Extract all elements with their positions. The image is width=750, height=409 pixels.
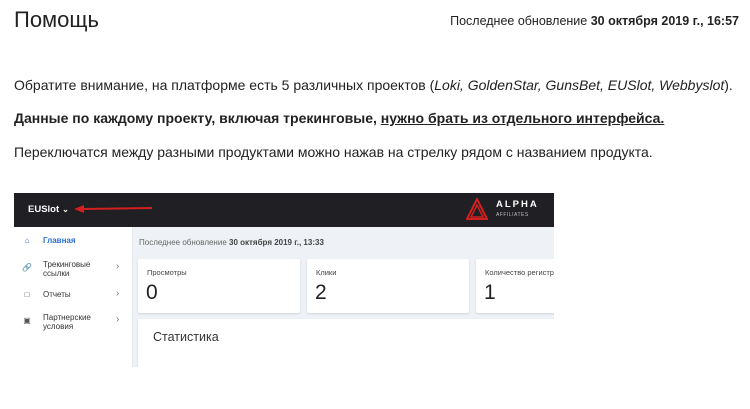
last-updated-value: 30 октября 2019 г., 16:57 xyxy=(590,14,739,28)
chevron-right-icon: › xyxy=(116,314,120,325)
statistics-panel: Статистика xyxy=(138,319,554,367)
projects-paragraph-prefix: Обратите внимание, на платформе есть 5 р… xyxy=(14,77,435,93)
app-last-updated-label: Последнее обновление xyxy=(139,238,227,247)
card-value: 1 xyxy=(484,281,496,304)
card-label: Количество регистр xyxy=(485,268,554,277)
app-topbar: EUSlot ⌄ ALPHA AFFILIATES xyxy=(14,193,554,227)
app-last-updated-value: 30 октября 2019 г., 13:33 xyxy=(229,238,324,247)
alpha-logo-icon xyxy=(466,198,488,220)
project-list: Loki, GoldenStar, GunsBet, EUSlot, Webby… xyxy=(434,77,725,93)
chevron-right-icon: › xyxy=(116,261,120,272)
product-name: EUSlot xyxy=(28,204,60,215)
views-card: Просмотры 0 xyxy=(138,259,300,313)
projects-paragraph: Обратите внимание, на платформе есть 5 р… xyxy=(14,77,733,93)
app-sidebar: ⌂ Главная 🔗 Трекинговые ссылки › □ Отчет… xyxy=(14,227,133,367)
product-selector[interactable]: EUSlot ⌄ xyxy=(28,204,69,215)
card-label: Клики xyxy=(316,268,337,277)
data-note-paragraph: Данные по каждому проекту, включая треки… xyxy=(14,110,664,126)
briefcase-icon: ▣ xyxy=(23,316,31,325)
logo-text-sub: AFFILIATES xyxy=(496,212,529,218)
card-label: Просмотры xyxy=(147,268,187,277)
clicks-card: Клики 2 xyxy=(307,259,469,313)
card-value: 0 xyxy=(146,281,158,304)
statistics-title: Статистика xyxy=(153,330,219,344)
embedded-screenshot: EUSlot ⌄ ALPHA AFFILIATES ⌂ Главная 🔗 Тре… xyxy=(14,193,554,367)
last-updated-label: Последнее обновление xyxy=(450,14,588,28)
report-icon: □ xyxy=(24,290,30,299)
chevron-right-icon: › xyxy=(116,288,120,299)
chevron-down-icon: ⌄ xyxy=(62,205,69,214)
last-updated: Последнее обновление 30 октября 2019 г.,… xyxy=(450,14,739,28)
registrations-card: Количество регистр 1 xyxy=(476,259,554,313)
sidebar-item-label: Трекинговые ссылки xyxy=(43,260,91,278)
card-value: 2 xyxy=(315,281,327,304)
red-arrow-annotation xyxy=(74,205,153,213)
link-icon: 🔗 xyxy=(22,263,32,272)
switch-product-paragraph: Переключатся между разными продуктами мо… xyxy=(14,144,653,160)
sidebar-item-label: Главная xyxy=(43,236,76,245)
app-last-updated: Последнее обновление 30 октября 2019 г.,… xyxy=(139,238,324,247)
home-icon: ⌂ xyxy=(24,236,30,245)
data-note-prefix: Данные по каждому проекту, включая треки… xyxy=(14,110,381,126)
sidebar-item-label: Отчеты xyxy=(43,290,71,299)
page-title: Помощь xyxy=(14,7,99,32)
projects-paragraph-suffix: ). xyxy=(724,77,733,93)
logo-text-main: ALPHA xyxy=(496,199,539,210)
sidebar-item-label: Партнерские условия xyxy=(43,313,91,331)
separate-interface-link[interactable]: нужно брать из отдельного интерфейса. xyxy=(381,110,665,126)
